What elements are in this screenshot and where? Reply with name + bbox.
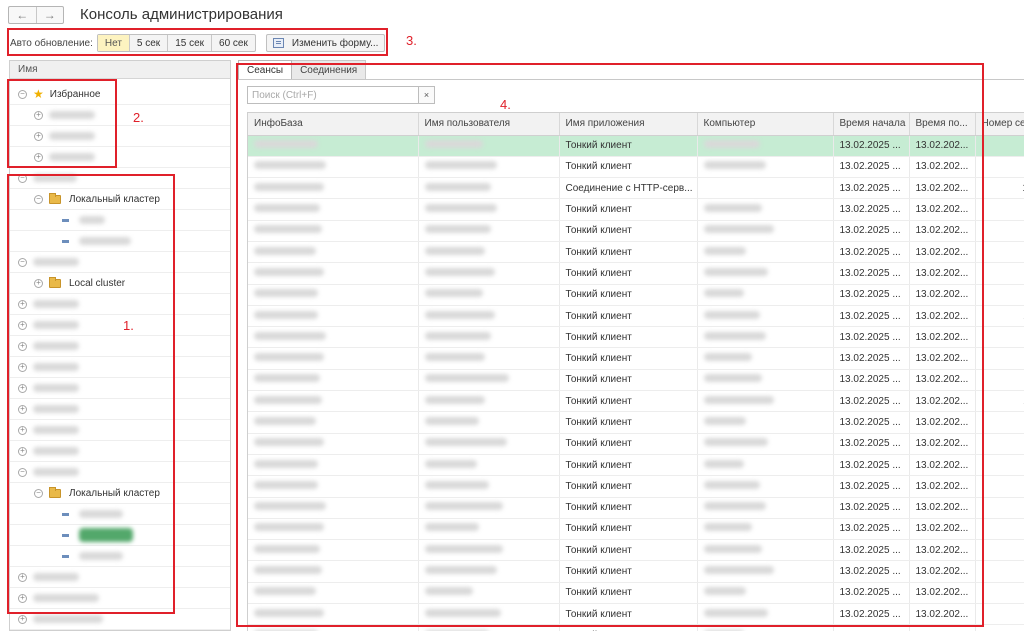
page-title: Консоль администрирования [80,6,283,23]
tree-header-name: Имя [10,61,230,79]
back-arrow-icon[interactable]: ← [9,7,36,23]
annotation-box-2 [7,79,117,168]
annotation-box-1 [7,174,175,614]
annotation-box-4 [236,63,984,627]
annotation-label-3: 3. [406,33,417,48]
annotation-label-1: 1. [123,318,134,333]
annotation-box-3 [7,28,388,56]
forward-arrow-icon[interactable]: → [35,7,64,23]
expand-icon[interactable]: + [18,614,27,624]
redacted-label [33,615,103,623]
annotation-label-4: 4. [500,97,511,112]
annotation-label-2: 2. [133,110,144,125]
title-bar: ← → Консоль администрирования [0,0,1024,30]
navigation-buttons: ← → [8,6,64,24]
